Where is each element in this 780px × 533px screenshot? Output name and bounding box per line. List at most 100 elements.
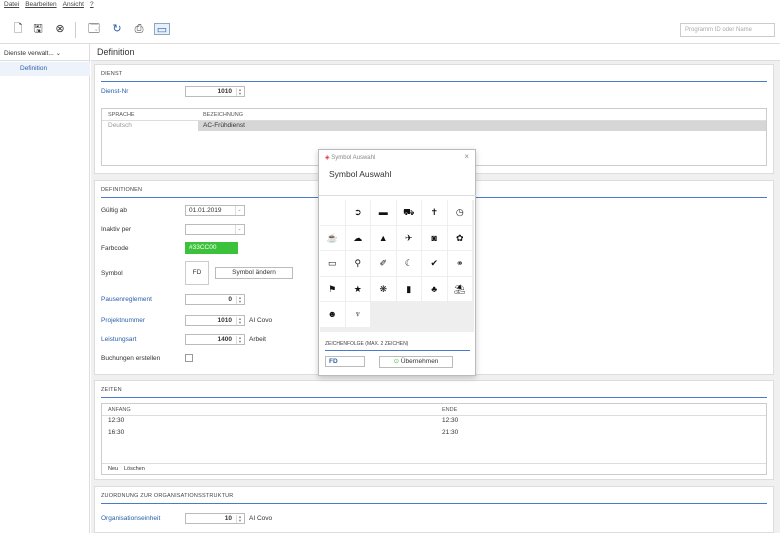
pause-input[interactable]: 0 ▲ ▼: [185, 294, 245, 305]
symbol-cell-icon[interactable]: ⚲: [345, 251, 371, 277]
section-divider: [101, 503, 767, 504]
symbol-cell-icon[interactable]: ☁: [345, 225, 371, 251]
symbol-cell-icon[interactable]: ▭: [320, 251, 346, 277]
menu-bar: Datei Bearbeiten Ansicht ?: [0, 0, 780, 12]
close-circle-icon[interactable]: ⊗: [54, 23, 66, 35]
symbol-cell-icon[interactable]: ♆: [345, 302, 371, 328]
symbol-cell-icon[interactable]: ◷: [447, 200, 473, 226]
table-row[interactable]: 12:30 12:30: [102, 417, 766, 427]
projekt-input[interactable]: 1010 ▲ ▼: [185, 315, 245, 326]
dialog-titlebar-text: Symbol Auswahl: [331, 155, 376, 161]
menu-bearbeiten[interactable]: Bearbeiten: [25, 1, 56, 11]
row-bezeichnung: AC-Frühdienst: [203, 122, 245, 129]
symbol-cell-icon[interactable]: ▬: [371, 200, 397, 226]
symbol-cell-icon[interactable]: ▲: [371, 225, 397, 251]
row-anfang: 12:30: [108, 417, 125, 424]
symbol-cell-icon[interactable]: ✔: [422, 251, 448, 277]
spinner-icon[interactable]: ▲ ▼: [236, 296, 243, 304]
row-anfang: 16:30: [108, 429, 125, 436]
new-file-icon[interactable]: 🗋: [12, 23, 24, 35]
symbol-cell-icon[interactable]: ➲: [345, 200, 371, 226]
definitionen-header: DEFINITIONEN: [101, 187, 143, 193]
org-section: ZUORDNUNG ZUR ORGANISATIONSSTRUKTUR Orga…: [94, 486, 774, 533]
preview-icon[interactable]: 🗔: [88, 23, 100, 35]
pause-value: 0: [228, 296, 232, 303]
chevron-down-icon[interactable]: ⌄: [235, 225, 243, 234]
toolbar: 🗋 🖫 ⊗ 🗔 ↻ ⎙ ▭: [0, 12, 780, 44]
zeichen-input[interactable]: FD: [325, 356, 365, 367]
save-icon[interactable]: 🖫: [32, 23, 44, 35]
org-input[interactable]: 10 ▲ ▼: [185, 513, 245, 524]
table-row[interactable]: 16:30 21:30: [102, 429, 766, 439]
symbol-cell-icon[interactable]: ★: [345, 276, 371, 302]
spinner-icon[interactable]: ▲ ▼: [236, 336, 243, 344]
zeiten-header: ZEITEN: [101, 387, 122, 393]
symbol-aendern-button[interactable]: Symbol ändern: [215, 267, 293, 279]
dienst-nr-input[interactable]: 1010 ▲ ▼: [185, 86, 245, 97]
loeschen-button[interactable]: Löschen: [124, 466, 145, 472]
symbol-cell-icon[interactable]: ⚭: [447, 251, 473, 277]
nav-item-definition[interactable]: Definition: [0, 62, 90, 76]
symbol-cell-icon[interactable]: ◙: [422, 225, 448, 251]
uebernehmen-label: Übernehmen: [400, 358, 439, 365]
col-anfang: ANFANG: [108, 407, 131, 413]
row-ende: 21:30: [442, 429, 459, 436]
dienst-header: DIENST: [101, 71, 123, 77]
symbol-cell-icon[interactable]: ▮: [396, 276, 422, 302]
spinner-icon[interactable]: ▲ ▼: [236, 317, 243, 325]
chevron-down-icon: ⌄: [55, 50, 62, 57]
symbol-cell-icon[interactable]: ♣: [422, 276, 448, 302]
spinner-icon[interactable]: ▲ ▼: [236, 88, 243, 96]
menu-help[interactable]: ?: [90, 1, 94, 11]
gueltig-label: Gültig ab: [101, 207, 128, 214]
table-row[interactable]: [198, 121, 766, 131]
export-icon[interactable]: ⎙: [133, 23, 145, 35]
toolbar-divider: [75, 22, 76, 38]
org-value: 10: [224, 515, 232, 522]
projekt-value: 1010: [217, 317, 232, 324]
left-panel: [0, 44, 90, 533]
uebernehmen-button[interactable]: ⊙ Übernehmen: [379, 356, 453, 368]
symbol-cell-icon[interactable]: ✝: [422, 200, 448, 226]
col-sprache: SPRACHE: [108, 112, 135, 118]
search-input[interactable]: Programm ID oder Name: [680, 23, 775, 37]
org-header: ZUORDNUNG ZUR ORGANISATIONSSTRUKTUR: [101, 493, 234, 499]
leistungsart-input[interactable]: 1400 ▲ ▼: [185, 334, 245, 345]
chevron-down-icon[interactable]: ⌄: [235, 206, 243, 215]
symbol-cell-icon[interactable]: ✿: [447, 225, 473, 251]
spinner-icon[interactable]: ▲ ▼: [236, 515, 243, 523]
farbcode-swatch[interactable]: #33CC00: [185, 242, 238, 254]
symbol-cell-icon[interactable]: ☕: [320, 225, 346, 251]
inaktiv-input[interactable]: ⌄: [185, 224, 245, 235]
projekt-label: Projektnummer: [101, 317, 146, 324]
neu-button[interactable]: Neu: [108, 466, 118, 472]
gueltig-input[interactable]: 01.01.2019 ⌄: [185, 205, 245, 216]
page-title: Definition: [91, 44, 780, 61]
close-icon[interactable]: ×: [464, 152, 469, 161]
symbol-cell-icon[interactable]: ☾: [396, 251, 422, 277]
symbol-cell-icon[interactable]: ❋: [371, 276, 397, 302]
section-divider: [101, 81, 767, 82]
symbol-cell-icon[interactable]: ⛟: [396, 200, 422, 226]
refresh-icon[interactable]: ↻: [111, 23, 123, 35]
org-label: Organisationseinheit: [101, 515, 161, 522]
symbol-cell-icon[interactable]: ✈: [396, 225, 422, 251]
window-icon[interactable]: ▭: [154, 23, 170, 36]
buchungen-label: Buchungen erstellen: [101, 355, 161, 362]
zeiten-section: ZEITEN ANFANG ENDE 12:30 12:30 16:30 21:…: [94, 380, 774, 480]
symbol-cell-icon[interactable]: [320, 200, 346, 226]
col-bezeichnung: BEZEICHNUNG: [203, 112, 244, 118]
inaktiv-label: Inaktiv per: [101, 226, 131, 233]
farbcode-label: Farbcode: [101, 245, 129, 252]
nav-dropdown[interactable]: Dienste verwalt... ⌄: [0, 44, 90, 61]
zeiten-table: ANFANG ENDE 12:30 12:30 16:30 21:30 Neu …: [101, 403, 767, 475]
zeichen-label: ZEICHENFOLGE (MAX. 2 ZEICHEN): [325, 341, 409, 347]
buchungen-checkbox[interactable]: [185, 354, 193, 362]
symbol-cell-icon[interactable]: ☻: [320, 302, 346, 328]
symbol-cell-icon[interactable]: ✐: [371, 251, 397, 277]
menu-datei[interactable]: Datei: [4, 1, 19, 11]
leistungsart-value: 1400: [217, 336, 232, 343]
menu-ansicht[interactable]: Ansicht: [63, 1, 84, 11]
symbol-cell-icon[interactable]: ⚑: [320, 276, 346, 302]
symbol-cell-icon[interactable]: ⛱: [447, 276, 473, 302]
